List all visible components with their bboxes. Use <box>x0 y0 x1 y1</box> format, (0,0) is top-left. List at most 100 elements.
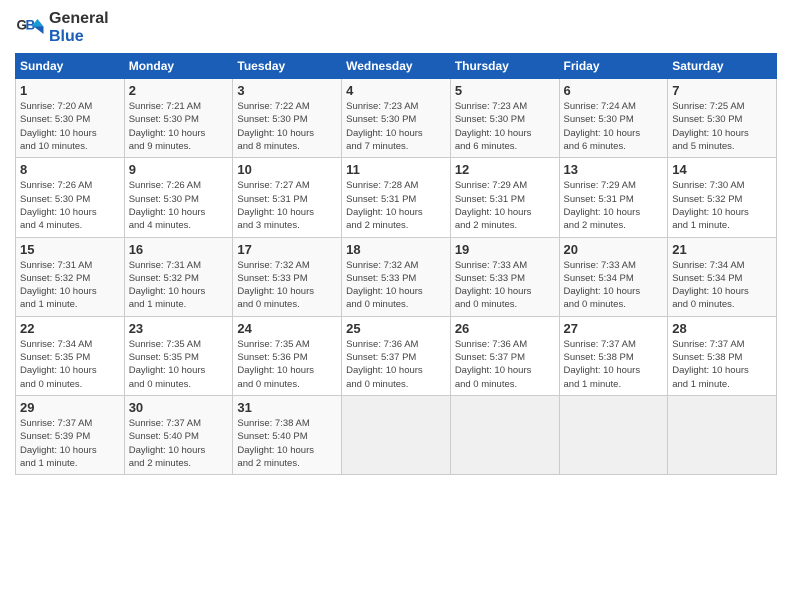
day-info: Sunrise: 7:29 AM Sunset: 5:31 PM Dayligh… <box>455 179 555 232</box>
day-number: 24 <box>237 321 337 336</box>
day-info: Sunrise: 7:36 AM Sunset: 5:37 PM Dayligh… <box>455 338 555 391</box>
logo-icon: G B <box>15 13 45 43</box>
day-number: 9 <box>129 162 229 177</box>
day-number: 16 <box>129 242 229 257</box>
day-info: Sunrise: 7:31 AM Sunset: 5:32 PM Dayligh… <box>129 259 229 312</box>
day-cell-7: 7 Sunrise: 7:25 AM Sunset: 5:30 PM Daylig… <box>668 79 777 158</box>
day-info: Sunrise: 7:33 AM Sunset: 5:33 PM Dayligh… <box>455 259 555 312</box>
day-cell-9: 9 Sunrise: 7:26 AM Sunset: 5:30 PM Daylig… <box>124 158 233 237</box>
day-cell-31: 31 Sunrise: 7:38 AM Sunset: 5:40 PM Dayli… <box>233 395 342 474</box>
day-info: Sunrise: 7:26 AM Sunset: 5:30 PM Dayligh… <box>129 179 229 232</box>
day-info: Sunrise: 7:22 AM Sunset: 5:30 PM Dayligh… <box>237 100 337 153</box>
day-cell-22: 22 Sunrise: 7:34 AM Sunset: 5:35 PM Dayli… <box>16 316 125 395</box>
day-info: Sunrise: 7:32 AM Sunset: 5:33 PM Dayligh… <box>237 259 337 312</box>
day-number: 28 <box>672 321 772 336</box>
day-cell-12: 12 Sunrise: 7:29 AM Sunset: 5:31 PM Dayli… <box>450 158 559 237</box>
day-cell-11: 11 Sunrise: 7:28 AM Sunset: 5:31 PM Dayli… <box>342 158 451 237</box>
day-cell-1: 1Sunrise: 7:20 AM Sunset: 5:30 PM Daylig… <box>16 79 125 158</box>
day-cell-empty <box>450 395 559 474</box>
day-number: 20 <box>564 242 664 257</box>
day-number: 14 <box>672 162 772 177</box>
day-cell-19: 19 Sunrise: 7:33 AM Sunset: 5:33 PM Dayli… <box>450 237 559 316</box>
day-number: 15 <box>20 242 120 257</box>
day-info: Sunrise: 7:25 AM Sunset: 5:30 PM Dayligh… <box>672 100 772 153</box>
day-info: Sunrise: 7:37 AM Sunset: 5:39 PM Dayligh… <box>20 417 120 470</box>
day-cell-10: 10Sunrise: 7:27 AM Sunset: 5:31 PM Dayli… <box>233 158 342 237</box>
day-cell-3: 3 Sunrise: 7:22 AM Sunset: 5:30 PM Daylig… <box>233 79 342 158</box>
day-cell-28: 28 Sunrise: 7:37 AM Sunset: 5:38 PM Dayli… <box>668 316 777 395</box>
day-number: 10 <box>237 162 337 177</box>
day-info: Sunrise: 7:37 AM Sunset: 5:38 PM Dayligh… <box>564 338 664 391</box>
day-number: 3 <box>237 83 337 98</box>
header-day-friday: Friday <box>559 54 668 79</box>
week-row-3: 15 Sunrise: 7:31 AM Sunset: 5:32 PM Dayli… <box>16 237 777 316</box>
day-info: Sunrise: 7:37 AM Sunset: 5:38 PM Dayligh… <box>672 338 772 391</box>
day-info: Sunrise: 7:34 AM Sunset: 5:35 PM Dayligh… <box>20 338 120 391</box>
day-number: 7 <box>672 83 772 98</box>
week-row-5: 29Sunrise: 7:37 AM Sunset: 5:39 PM Dayli… <box>16 395 777 474</box>
day-number: 11 <box>346 162 446 177</box>
day-number: 2 <box>129 83 229 98</box>
day-number: 31 <box>237 400 337 415</box>
day-info: Sunrise: 7:36 AM Sunset: 5:37 PM Dayligh… <box>346 338 446 391</box>
day-cell-30: 30 Sunrise: 7:37 AM Sunset: 5:40 PM Dayli… <box>124 395 233 474</box>
header-day-sunday: Sunday <box>16 54 125 79</box>
day-number: 23 <box>129 321 229 336</box>
day-info: Sunrise: 7:31 AM Sunset: 5:32 PM Dayligh… <box>20 259 120 312</box>
day-info: Sunrise: 7:38 AM Sunset: 5:40 PM Dayligh… <box>237 417 337 470</box>
day-cell-6: 6Sunrise: 7:24 AM Sunset: 5:30 PM Daylig… <box>559 79 668 158</box>
header-day-tuesday: Tuesday <box>233 54 342 79</box>
day-number: 27 <box>564 321 664 336</box>
week-row-1: 1Sunrise: 7:20 AM Sunset: 5:30 PM Daylig… <box>16 79 777 158</box>
day-cell-23: 23Sunrise: 7:35 AM Sunset: 5:35 PM Dayli… <box>124 316 233 395</box>
day-number: 30 <box>129 400 229 415</box>
day-cell-empty <box>559 395 668 474</box>
day-cell-29: 29Sunrise: 7:37 AM Sunset: 5:39 PM Dayli… <box>16 395 125 474</box>
day-number: 22 <box>20 321 120 336</box>
logo: G B General Blue <box>15 10 109 45</box>
day-cell-21: 21Sunrise: 7:34 AM Sunset: 5:34 PM Dayli… <box>668 237 777 316</box>
day-cell-25: 25Sunrise: 7:36 AM Sunset: 5:37 PM Dayli… <box>342 316 451 395</box>
header-day-wednesday: Wednesday <box>342 54 451 79</box>
day-info: Sunrise: 7:28 AM Sunset: 5:31 PM Dayligh… <box>346 179 446 232</box>
day-cell-8: 8Sunrise: 7:26 AM Sunset: 5:30 PM Daylig… <box>16 158 125 237</box>
day-info: Sunrise: 7:35 AM Sunset: 5:36 PM Dayligh… <box>237 338 337 391</box>
day-info: Sunrise: 7:23 AM Sunset: 5:30 PM Dayligh… <box>346 100 446 153</box>
header-day-saturday: Saturday <box>668 54 777 79</box>
day-info: Sunrise: 7:34 AM Sunset: 5:34 PM Dayligh… <box>672 259 772 312</box>
day-number: 19 <box>455 242 555 257</box>
day-cell-15: 15 Sunrise: 7:31 AM Sunset: 5:32 PM Dayli… <box>16 237 125 316</box>
day-info: Sunrise: 7:23 AM Sunset: 5:30 PM Dayligh… <box>455 100 555 153</box>
day-number: 6 <box>564 83 664 98</box>
day-number: 26 <box>455 321 555 336</box>
day-cell-empty <box>668 395 777 474</box>
day-info: Sunrise: 7:30 AM Sunset: 5:32 PM Dayligh… <box>672 179 772 232</box>
header: G B General Blue <box>15 10 777 45</box>
day-cell-13: 13Sunrise: 7:29 AM Sunset: 5:31 PM Dayli… <box>559 158 668 237</box>
day-number: 17 <box>237 242 337 257</box>
day-cell-18: 18Sunrise: 7:32 AM Sunset: 5:33 PM Dayli… <box>342 237 451 316</box>
day-cell-14: 14 Sunrise: 7:30 AM Sunset: 5:32 PM Dayli… <box>668 158 777 237</box>
day-info: Sunrise: 7:37 AM Sunset: 5:40 PM Dayligh… <box>129 417 229 470</box>
day-number: 12 <box>455 162 555 177</box>
day-info: Sunrise: 7:33 AM Sunset: 5:34 PM Dayligh… <box>564 259 664 312</box>
day-cell-empty <box>342 395 451 474</box>
header-day-thursday: Thursday <box>450 54 559 79</box>
calendar-table: SundayMondayTuesdayWednesdayThursdayFrid… <box>15 53 777 475</box>
week-row-4: 22 Sunrise: 7:34 AM Sunset: 5:35 PM Dayli… <box>16 316 777 395</box>
day-cell-27: 27 Sunrise: 7:37 AM Sunset: 5:38 PM Dayli… <box>559 316 668 395</box>
day-cell-26: 26 Sunrise: 7:36 AM Sunset: 5:37 PM Dayli… <box>450 316 559 395</box>
day-cell-16: 16 Sunrise: 7:31 AM Sunset: 5:32 PM Dayli… <box>124 237 233 316</box>
page: G B General Blue SundayMondayTuesdayWedn… <box>0 0 792 485</box>
day-cell-17: 17 Sunrise: 7:32 AM Sunset: 5:33 PM Dayli… <box>233 237 342 316</box>
day-info: Sunrise: 7:26 AM Sunset: 5:30 PM Dayligh… <box>20 179 120 232</box>
day-cell-20: 20 Sunrise: 7:33 AM Sunset: 5:34 PM Dayli… <box>559 237 668 316</box>
day-cell-4: 4 Sunrise: 7:23 AM Sunset: 5:30 PM Daylig… <box>342 79 451 158</box>
week-row-2: 8Sunrise: 7:26 AM Sunset: 5:30 PM Daylig… <box>16 158 777 237</box>
day-cell-24: 24 Sunrise: 7:35 AM Sunset: 5:36 PM Dayli… <box>233 316 342 395</box>
logo-text: General Blue <box>49 10 109 45</box>
day-number: 4 <box>346 83 446 98</box>
day-cell-2: 2Sunrise: 7:21 AM Sunset: 5:30 PM Daylig… <box>124 79 233 158</box>
day-number: 18 <box>346 242 446 257</box>
day-number: 13 <box>564 162 664 177</box>
